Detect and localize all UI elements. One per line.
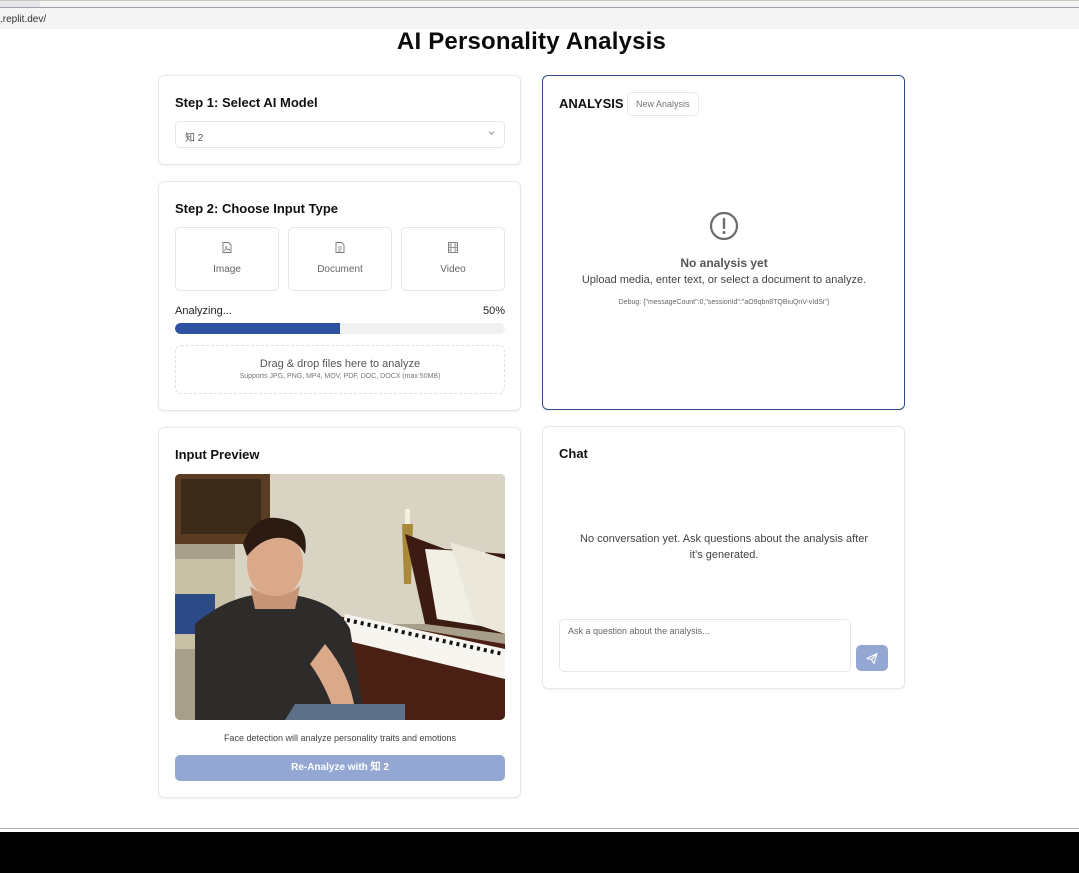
step1-card: Step 1: Select AI Model 知 2: [158, 75, 521, 165]
divider: [0, 7, 1079, 8]
analysis-debug-text: Debug: {"messageCount":0,"sessionId":"aO…: [618, 299, 830, 306]
chevron-down-icon: [487, 128, 496, 139]
browser-address-bar: .replit.dev/: [0, 0, 1079, 29]
new-analysis-button[interactable]: New Analysis: [627, 92, 699, 116]
input-type-video-button[interactable]: Video: [401, 227, 505, 291]
analysis-empty-text: Upload media, enter text, or select a do…: [581, 274, 867, 286]
progress-percent: 50%: [482, 305, 505, 317]
chat-input[interactable]: [559, 619, 851, 672]
divider: [0, 828, 1079, 829]
progress-label: Analyzing...: [175, 305, 232, 317]
input-type-image-button[interactable]: Image: [175, 227, 279, 291]
alert-circle-icon: [709, 211, 739, 241]
file-dropzone[interactable]: Drag & drop files here to analyze Suppor…: [175, 345, 505, 394]
dropzone-title: Drag & drop files here to analyze: [259, 358, 421, 370]
send-icon: [866, 652, 878, 665]
preview-image: [175, 474, 505, 720]
analysis-card: ANALYSIS New Analysis No analysis yet Up…: [542, 75, 905, 410]
step1-title: Step 1: Select AI Model: [175, 95, 318, 110]
progress-row: Analyzing... 50%: [175, 305, 505, 317]
model-select-value: 知 2: [185, 133, 204, 144]
input-type-document-button[interactable]: Document: [288, 227, 392, 291]
progress-bar-fill: [175, 323, 340, 334]
model-select[interactable]: 知 2: [175, 121, 505, 148]
input-type-label: Image: [213, 264, 241, 275]
film-icon: [448, 242, 458, 253]
chat-title: Chat: [559, 446, 588, 461]
document-icon: [335, 242, 345, 253]
chat-card: Chat No conversation yet. Ask questions …: [542, 426, 905, 689]
step2-card: Step 2: Choose Input Type Image Document…: [158, 181, 521, 411]
input-type-label: Video: [440, 264, 466, 275]
preview-caption: Face detection will analyze personality …: [223, 733, 457, 743]
analysis-title: ANALYSIS: [559, 96, 624, 111]
input-preview-card: Input Preview Face detection will analyz…: [158, 427, 521, 798]
taskbar: [0, 832, 1079, 873]
re-analyze-button[interactable]: Re-Analyze with 知 2: [175, 755, 505, 781]
page-title: AI Personality Analysis: [396, 28, 667, 55]
image-file-icon: [222, 242, 232, 253]
dropzone-subtitle: Supports JPG, PNG, MP4, MOV, PDF, DOC, D…: [239, 373, 441, 380]
send-button[interactable]: [856, 645, 888, 671]
analysis-empty-title: No analysis yet: [680, 256, 768, 270]
step2-title: Step 2: Choose Input Type: [175, 201, 338, 216]
url-text[interactable]: .replit.dev/: [0, 14, 46, 25]
preview-title: Input Preview: [175, 447, 260, 462]
input-type-label: Document: [317, 264, 363, 275]
chat-empty-text: No conversation yet. Ask questions about…: [580, 533, 868, 561]
progress-bar: [175, 323, 505, 334]
